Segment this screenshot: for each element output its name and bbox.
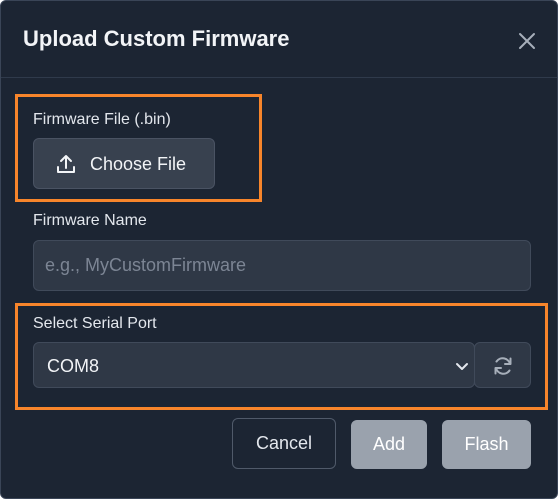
choose-file-button[interactable]: Choose File	[33, 138, 215, 189]
chevron-down-icon	[456, 363, 468, 370]
serial-port-label: Select Serial Port	[33, 315, 157, 332]
close-button[interactable]	[515, 29, 539, 53]
cancel-button[interactable]: Cancel	[232, 418, 336, 469]
refresh-ports-button[interactable]	[474, 342, 531, 388]
serial-port-select[interactable]: COM8	[33, 342, 475, 388]
close-icon	[519, 33, 535, 49]
upload-firmware-dialog: Upload Custom Firmware Firmware File (.b…	[0, 0, 558, 499]
add-button[interactable]: Add	[351, 420, 427, 469]
firmware-name-input[interactable]	[33, 240, 531, 291]
upload-icon	[57, 155, 75, 173]
firmware-file-label: Firmware File (.bin)	[33, 111, 171, 128]
flash-button[interactable]: Flash	[442, 420, 531, 469]
dialog-header: Upload Custom Firmware	[1, 1, 557, 78]
serial-port-value: COM8	[47, 356, 100, 376]
dialog-title: Upload Custom Firmware	[23, 26, 290, 51]
firmware-name-label: Firmware Name	[33, 212, 147, 229]
refresh-icon	[494, 357, 512, 375]
choose-file-label: Choose File	[90, 154, 187, 174]
